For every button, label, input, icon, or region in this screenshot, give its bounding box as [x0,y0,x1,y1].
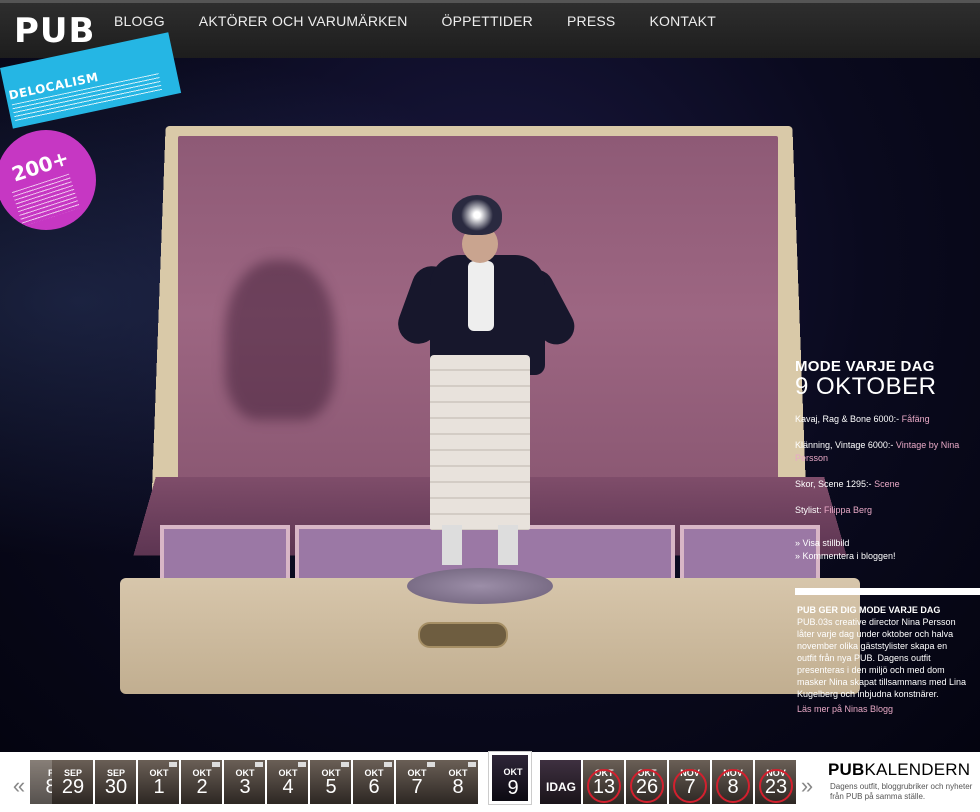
today-label: IDAG [546,780,576,794]
calendar-title[interactable]: PUBKALENDERN [828,760,970,780]
day-number: 5 [325,776,337,798]
calendar-day[interactable]: SEP 29 [52,760,94,804]
day-number: 6 [368,776,380,798]
calendar-day-upcoming[interactable]: NOV 8 [712,760,754,804]
figure-skirt [430,355,530,530]
nav-blogg[interactable]: BLOGG [114,13,165,29]
day-number: 26 [635,776,659,798]
stylist-link[interactable]: Filippa Berg [824,505,872,515]
figure-mask [452,195,502,235]
count-badge-sticker[interactable]: 200+ [0,130,96,230]
main-nav: BLOGG AKTÖRER OCH VARUMÄRKEN ÖPPETTIDER … [114,13,750,29]
calendar-day[interactable]: OKT 7 [396,760,438,804]
day-number: 9 [507,777,519,799]
day-month: NOV [723,768,743,778]
day-number: 8 [452,776,464,798]
outfit-item: Kavaj, Rag & Bone 6000:- Fåfäng [795,413,975,426]
promo-text: PUB.03s creative director Nina Persson l… [797,617,967,699]
figure-legs [442,525,522,565]
day-month: NOV [766,768,786,778]
divider [795,588,980,595]
calendar-day[interactable]: SEP 30 [95,760,137,804]
day-number: 2 [196,776,208,798]
calendar-day[interactable]: OKT 5 [310,760,352,804]
info-date: 9 OKTOBER [795,373,937,400]
outfit-item: Klänning, Vintage 6000:- Vintage by Nina… [795,439,975,465]
day-month: OKT [594,768,614,778]
calendar-day-upcoming[interactable]: NOV 23 [755,760,797,804]
calendar-title-bold: PUB [828,760,865,779]
calendar-today[interactable]: IDAG [540,760,582,804]
chevron-right-icon[interactable]: » [796,764,818,808]
calendar-day[interactable]: OKT 6 [353,760,395,804]
nav-aktorer[interactable]: AKTÖRER OCH VARUMÄRKEN [199,13,408,29]
promo-heading: PUB GER DIG MODE VARJE DAG [797,605,941,615]
calendar-day-selected[interactable]: OKT 9 [488,751,532,805]
day-number: 29 [61,776,85,798]
day-number: 7 [411,776,423,798]
nav-oppettider[interactable]: ÖPPETTIDER [442,13,533,29]
day-month: OKT [503,767,523,777]
show-still-link[interactable]: » Visa stillbild [795,537,975,550]
day-month: OKT [637,768,657,778]
stylist-item: Stylist: Filippa Berg [795,504,975,517]
outfit-info-panel: MODE VARJE DAG 9 OKTOBER Kavaj, Rag & Bo… [795,358,975,563]
calendar-description: Dagens outfit, bloggrubriker och nyheter… [830,782,973,801]
day-number: 1 [153,776,165,798]
calendar-day[interactable]: OKT 8 [437,760,479,804]
item-source-link[interactable]: Scene [874,479,900,489]
nav-press[interactable]: PRESS [567,13,615,29]
day-number: 23 [764,776,788,798]
calendar-day-upcoming[interactable]: NOV 7 [669,760,711,804]
site-logo[interactable]: PUB [14,11,95,51]
figure-shadow [225,260,335,420]
day-number: 8 [727,776,739,798]
day-month: NOV [680,768,700,778]
day-number: 13 [592,776,616,798]
item-text: Skor, Scene 1295:- [795,479,875,489]
calendar-day[interactable]: OKT 1 [138,760,180,804]
item-text: Klänning, Vintage 6000:- [795,440,896,450]
comment-blog-link[interactable]: » Kommentera i bloggen! [795,550,975,563]
ninas-blog-link[interactable]: Läs mer på Ninas Blogg [797,704,967,714]
figurine-base [407,568,553,604]
info-links: » Visa stillbild » Kommentera i bloggen! [795,537,975,563]
calendar-day[interactable]: OKT 4 [267,760,309,804]
calendar-day[interactable]: OKT 2 [181,760,223,804]
outfit-item: Skor, Scene 1295:- Scene [795,478,975,491]
item-text: Kavaj, Rag & Bone 6000:- [795,414,902,424]
nav-kontakt[interactable]: KONTAKT [649,13,715,29]
box-clasp [418,622,508,648]
day-number: 7 [684,776,696,798]
item-text: Stylist: [795,505,825,515]
calendar-day-upcoming[interactable]: OKT 13 [583,760,625,804]
day-number: 3 [239,776,251,798]
fashion-figurine [392,195,581,565]
item-source-link[interactable]: Fåfäng [902,414,930,424]
promo-block: PUB GER DIG MODE VARJE DAG PUB.03s creat… [797,604,967,714]
figure-blouse [468,261,494,331]
calendar-title-rest: KALENDERN [864,760,971,779]
calendar-day-upcoming[interactable]: OKT 26 [626,760,668,804]
day-number: 4 [282,776,294,798]
chevron-left-icon[interactable]: « [8,764,30,808]
day-number: 30 [104,776,128,798]
calendar-day[interactable]: OKT 3 [224,760,266,804]
